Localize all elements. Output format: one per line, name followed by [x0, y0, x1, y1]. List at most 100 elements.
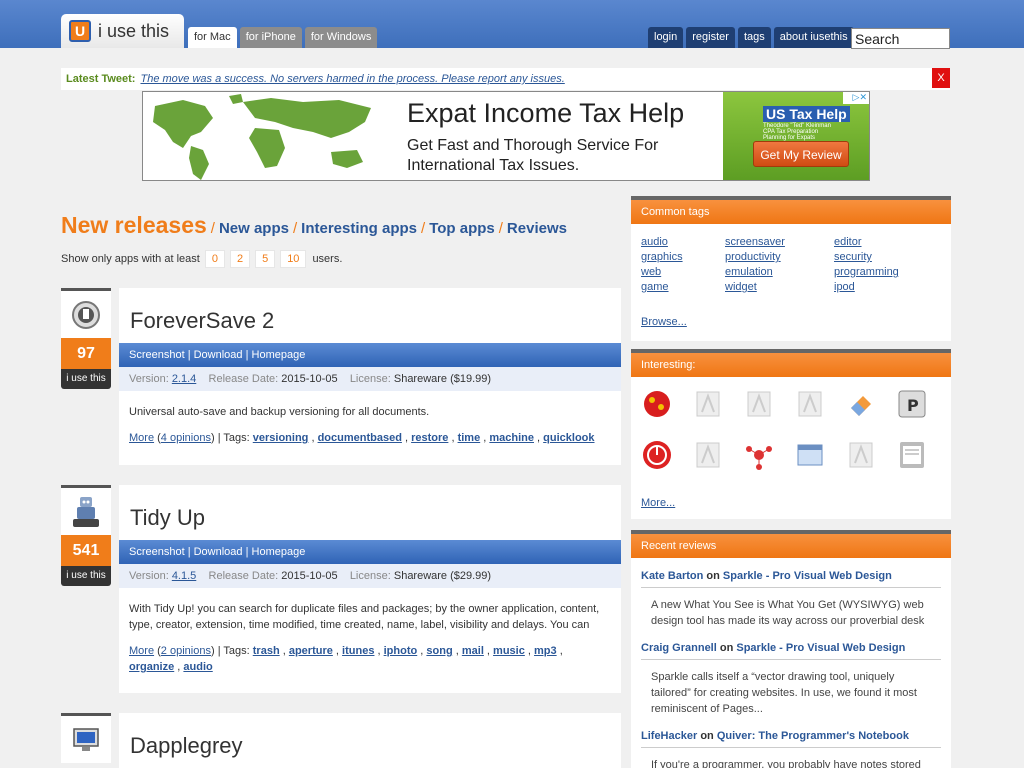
tag-link[interactable]: time — [458, 432, 481, 444]
generic-app-icon[interactable] — [845, 439, 877, 471]
review-excerpt: If you're a programmer, you probably hav… — [651, 759, 921, 768]
tag-widget[interactable]: widget — [725, 280, 785, 295]
tag-link[interactable]: trash — [253, 645, 280, 657]
generic-app-icon[interactable] — [692, 439, 724, 471]
review-excerpt: Sparkle calls itself a “vector drawing t… — [651, 671, 917, 715]
app-tags: More (4 opinions) | Tags: versioning , d… — [129, 432, 595, 444]
app-icon[interactable] — [61, 485, 111, 535]
generic-app-icon[interactable] — [743, 388, 775, 420]
review-author-link[interactable]: Craig Grannell — [641, 642, 717, 654]
review-app-link[interactable]: Sparkle - Pro Visual Web Design — [736, 642, 905, 654]
tag-screensaver[interactable]: screensaver — [725, 235, 785, 250]
tag-link[interactable]: iphoto — [384, 645, 418, 657]
version-link[interactable]: 4.1.5 — [172, 570, 196, 582]
generic-app-icon[interactable] — [794, 388, 826, 420]
review-author-link[interactable]: LifeHacker — [641, 730, 697, 742]
tag-link[interactable]: song — [426, 645, 452, 657]
platform-tabs: for Mac for iPhone for Windows — [188, 27, 378, 48]
review-app-link[interactable]: Sparkle - Pro Visual Web Design — [723, 570, 892, 582]
app-links[interactable]: Screenshot | Download | Homepage — [129, 546, 305, 558]
tag-emulation[interactable]: emulation — [725, 265, 785, 280]
power-app-icon[interactable] — [641, 439, 673, 471]
more-link[interactable]: More — [129, 432, 154, 444]
i-use-this-button[interactable]: i use this — [61, 566, 111, 586]
tags-link[interactable]: tags — [737, 27, 771, 48]
review-app-link[interactable]: Quiver: The Programmer's Notebook — [717, 730, 909, 742]
link-top-apps[interactable]: Top apps — [429, 220, 495, 237]
app-icon[interactable] — [61, 288, 111, 338]
license-value: Shareware ($19.99) — [393, 373, 492, 385]
tweet-text-link[interactable]: The move was a success. No servers harme… — [140, 73, 564, 85]
tag-link[interactable]: mail — [462, 645, 484, 657]
i-use-this-button[interactable]: i use this — [61, 369, 111, 389]
eraser-app-icon[interactable] — [845, 388, 877, 420]
tag-link[interactable]: documentbased — [318, 432, 402, 444]
tag-graphics[interactable]: graphics — [641, 250, 683, 265]
interesting-box: Interesting: P More... — [631, 349, 951, 519]
tag-link[interactable]: itunes — [342, 645, 374, 657]
register-link[interactable]: register — [686, 27, 735, 48]
login-link[interactable]: login — [648, 27, 684, 48]
tag-link[interactable]: audio — [183, 661, 212, 673]
tab-for-iphone[interactable]: for iPhone — [239, 27, 302, 48]
app-title[interactable]: Dapplegrey — [119, 713, 621, 768]
tab-for-mac[interactable]: for Mac — [188, 27, 237, 48]
tag-editor[interactable]: editor — [834, 235, 899, 250]
app-title[interactable]: Tidy Up — [119, 485, 621, 540]
tag-link[interactable]: organize — [129, 661, 174, 673]
p-key-app-icon[interactable]: P — [896, 388, 928, 420]
document-app-icon[interactable] — [896, 439, 928, 471]
tag-productivity[interactable]: productivity — [725, 250, 785, 265]
release-date: 2015-10-05 — [281, 373, 338, 385]
window-app-icon[interactable] — [794, 439, 826, 471]
filter-option-0[interactable]: 0 — [204, 250, 225, 268]
recent-reviews-title: Recent reviews — [631, 530, 951, 558]
tag-link[interactable]: machine — [489, 432, 534, 444]
molecule-app-icon[interactable] — [743, 439, 775, 471]
filter-option-10[interactable]: 10 — [280, 250, 307, 268]
tidy-up-robot-icon — [73, 496, 99, 527]
app-title[interactable]: ForeverSave 2 — [119, 288, 621, 343]
review-author-link[interactable]: Kate Barton — [641, 570, 703, 582]
license-value: Shareware ($29.99) — [393, 570, 492, 582]
tag-link[interactable]: aperture — [289, 645, 333, 657]
adchoices-icon[interactable]: ▷✕ — [843, 92, 869, 104]
tab-for-windows[interactable]: for Windows — [304, 27, 378, 48]
tag-link[interactable]: versioning — [253, 432, 309, 444]
tag-security[interactable]: security — [834, 250, 899, 265]
tag-audio[interactable]: audio — [641, 235, 683, 250]
tag-game[interactable]: game — [641, 280, 683, 295]
site-logo[interactable]: U i use this — [61, 14, 184, 48]
tag-link[interactable]: restore — [411, 432, 448, 444]
app-links[interactable]: Screenshot | Download | Homepage — [129, 349, 305, 361]
ad-cta-button[interactable]: Get My Review — [753, 141, 849, 167]
opinions-link[interactable]: 2 opinions — [161, 645, 211, 657]
browse-tags-link[interactable]: Browse... — [641, 316, 687, 328]
about-link[interactable]: about iusethis — [773, 27, 854, 48]
review-item: Kate Barton on Sparkle - Pro Visual Web … — [641, 570, 941, 629]
ad-brand-panel: US Tax Help Theodore "Ted" Kleinman CPA … — [723, 92, 869, 180]
tag-ipod[interactable]: ipod — [834, 280, 899, 295]
filter-option-5[interactable]: 5 — [255, 250, 276, 268]
more-link[interactable]: More — [129, 645, 154, 657]
tag-link[interactable]: quicklook — [543, 432, 594, 444]
generic-app-icon[interactable] — [692, 388, 724, 420]
link-interesting-apps[interactable]: Interesting apps — [301, 220, 417, 237]
red-ladybug-app-icon[interactable] — [641, 388, 673, 420]
version-link[interactable]: 2.1.4 — [172, 373, 196, 385]
close-tweet-button[interactable]: X — [932, 68, 950, 88]
search-input[interactable] — [851, 28, 950, 49]
app-links-bar[interactable]: Screenshot | Download | Homepage — [119, 540, 621, 564]
tag-link[interactable]: music — [493, 645, 525, 657]
tag-web[interactable]: web — [641, 265, 683, 280]
advertisement-banner[interactable]: Expat Income Tax Help Get Fast and Thoro… — [142, 91, 870, 181]
interesting-more-link[interactable]: More... — [641, 497, 675, 509]
app-icon[interactable] — [61, 713, 111, 763]
link-reviews[interactable]: Reviews — [507, 220, 567, 237]
link-new-apps[interactable]: New apps — [219, 220, 289, 237]
tag-link[interactable]: mp3 — [534, 645, 557, 657]
opinions-link[interactable]: 4 opinions — [161, 432, 211, 444]
tag-programming[interactable]: programming — [834, 265, 899, 280]
filter-option-2[interactable]: 2 — [229, 250, 251, 268]
app-links-bar[interactable]: Screenshot | Download | Homepage — [119, 343, 621, 367]
